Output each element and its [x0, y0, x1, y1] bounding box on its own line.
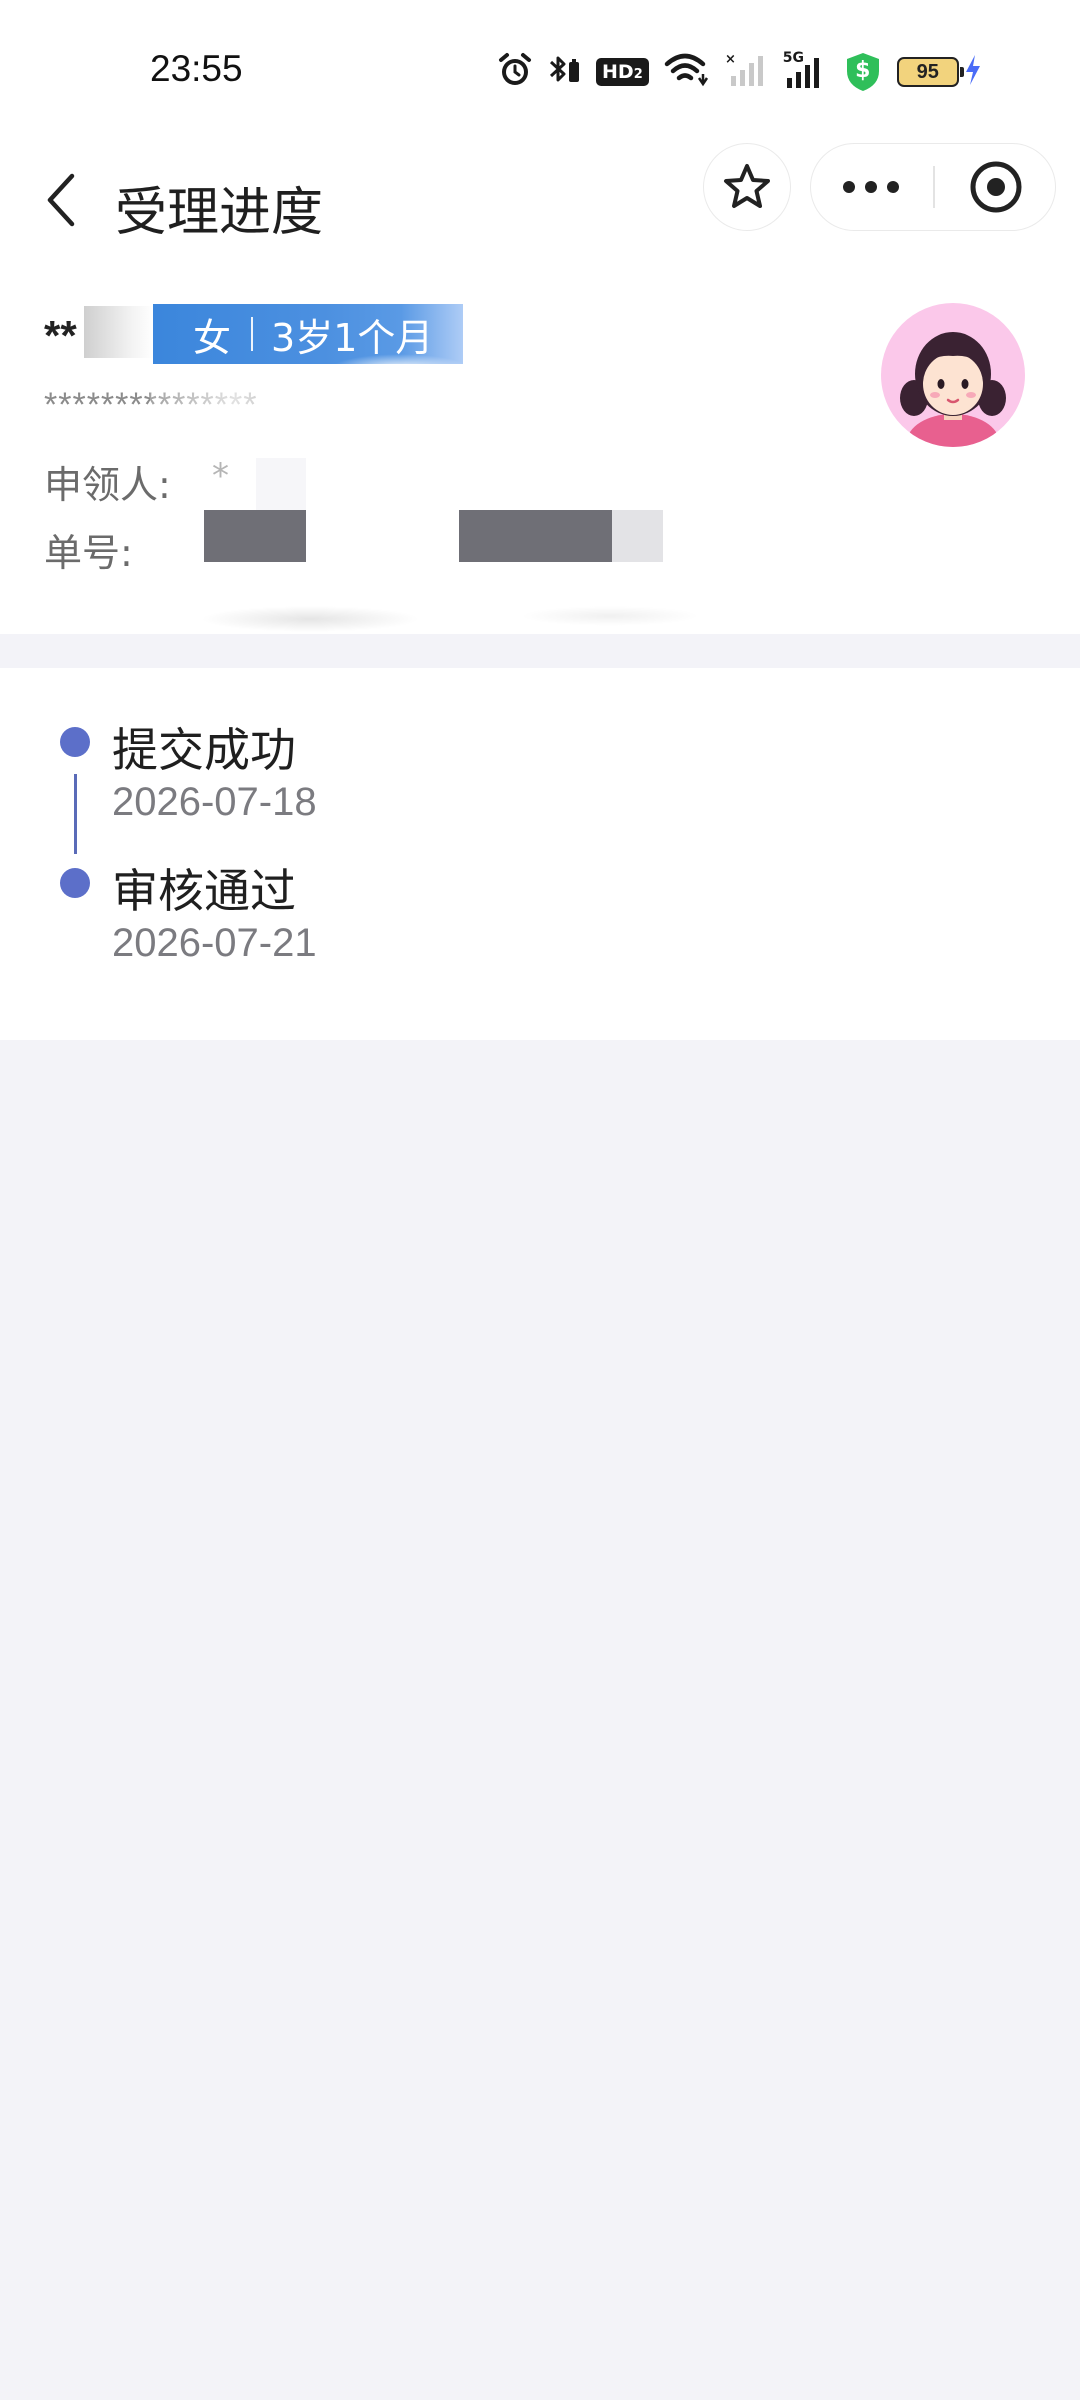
child-name: **	[44, 312, 77, 359]
page-title: 受理进度	[115, 183, 324, 243]
status-icons: HD2 × 5G $ 95	[498, 48, 997, 96]
more-dots-icon	[843, 180, 899, 193]
favorite-button[interactable]	[703, 143, 791, 231]
timeline-connector	[74, 774, 77, 854]
redaction-mask	[330, 354, 470, 384]
alarm-icon	[498, 52, 532, 92]
star-icon	[724, 164, 770, 208]
section-divider	[0, 634, 1080, 668]
progress-timeline: 提交成功 2026-07-18 审核通过 2026-07-21	[0, 668, 1080, 1040]
redaction-mask	[256, 458, 306, 510]
5g-signal-icon: 5G	[783, 50, 829, 90]
target-icon	[970, 161, 1022, 212]
signal-icon: ×	[725, 52, 769, 92]
profile-card: ** 女 3岁1个月 *************** 申领人: * 单号:	[0, 260, 1080, 634]
chevron-left-icon	[47, 173, 75, 227]
girl-avatar-icon	[880, 302, 1026, 448]
more-button[interactable]	[811, 144, 931, 229]
security-shield-icon: $	[843, 51, 883, 93]
timeline-step-title: 提交成功	[112, 723, 296, 777]
capsule-divider	[933, 166, 935, 208]
status-time: 23:55	[150, 48, 243, 89]
timeline-step-date: 2026-07-18	[112, 780, 317, 824]
redaction-mask	[204, 510, 306, 562]
charging-icon	[963, 53, 983, 91]
applicant-value: *	[212, 456, 229, 496]
timeline-dot	[60, 727, 90, 757]
hd-icon: HD2	[596, 58, 649, 86]
gender-label: 女	[193, 315, 232, 360]
timeline-step-date: 2026-07-21	[112, 921, 317, 965]
timeline-step-title: 审核通过	[112, 864, 296, 918]
hd-subscript: 2	[633, 67, 643, 82]
status-bar: 23:55 HD2 × 5G $ 95	[0, 0, 1080, 140]
battery-level: 95	[916, 60, 939, 83]
redaction-mask	[200, 606, 420, 632]
applicant-label: 申领人:	[44, 463, 171, 507]
close-mini-program-button[interactable]	[937, 144, 1055, 229]
shield-glyph: $	[855, 58, 871, 83]
hd-label: HD	[602, 61, 634, 83]
tag-divider	[251, 317, 254, 351]
back-button[interactable]	[30, 160, 90, 240]
mini-program-capsule	[810, 143, 1056, 231]
nav-bar: 受理进度	[0, 140, 1080, 260]
battery-icon: 95	[896, 57, 964, 87]
redaction-mask	[459, 510, 612, 562]
order-number-label: 单号:	[44, 531, 133, 575]
svg-text:×: ×	[725, 52, 736, 67]
redaction-mask	[84, 306, 154, 358]
redaction-mask	[520, 606, 700, 626]
wifi-icon	[663, 52, 711, 92]
bluetooth-icon	[546, 52, 582, 92]
redaction-mask	[612, 510, 663, 562]
redaction-mask	[150, 388, 320, 424]
timeline-dot	[60, 868, 90, 898]
